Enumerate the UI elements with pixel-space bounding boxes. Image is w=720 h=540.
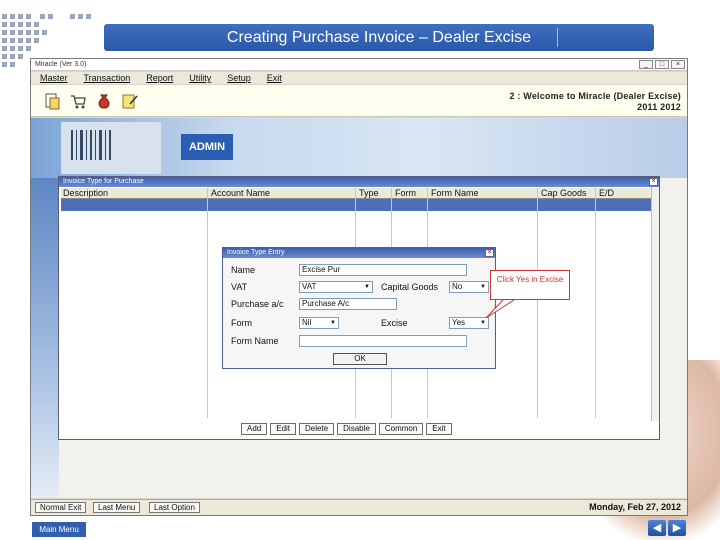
- arrow-right-icon[interactable]: ▶: [668, 520, 686, 536]
- name-label: Name: [231, 265, 256, 275]
- excise-value: Yes: [452, 318, 466, 327]
- delete-button[interactable]: Delete: [299, 423, 335, 435]
- invoice-type-entry-dialog: Invoice Type Entry × Name Excise Pur VAT…: [222, 247, 496, 369]
- invoice-type-window-title: Invoice Type for Purchase: [63, 178, 144, 185]
- money-bag-icon[interactable]: [95, 92, 113, 110]
- column-header-cap-goods[interactable]: Cap Goods: [541, 188, 587, 199]
- vat-value: VAT: [302, 282, 317, 291]
- close-icon[interactable]: ×: [671, 60, 685, 69]
- chevron-down-icon[interactable]: ▼: [363, 283, 371, 291]
- app-titlebar: Miracle (Ver 3.0) _ □ ×: [31, 59, 687, 71]
- chevron-down-icon[interactable]: ▼: [479, 319, 487, 327]
- app-banner: ADMIN: [31, 118, 687, 178]
- column-header-form-name[interactable]: Form Name: [431, 188, 479, 199]
- welcome-line-2: 2011 2012: [637, 102, 681, 112]
- toolbar: 2 : Welcome to Miracle (Dealer Excise) 2…: [31, 85, 687, 117]
- welcome-text: 2 : Welcome to Miracle (Dealer Excise) 2…: [509, 91, 681, 113]
- column-header-e-d[interactable]: E/D: [599, 188, 614, 199]
- menu-master[interactable]: Master: [40, 72, 68, 84]
- main-menu-button[interactable]: Main Menu: [32, 522, 86, 537]
- slide-navigation: ◀ ▶: [648, 520, 686, 536]
- name-field[interactable]: Excise Pur: [299, 264, 467, 276]
- form-value: Nil: [302, 318, 312, 327]
- close-icon[interactable]: ×: [649, 178, 658, 186]
- capital-goods-value: No: [452, 282, 463, 291]
- edit-button[interactable]: Edit: [270, 423, 297, 435]
- form-name-label: Form Name: [231, 336, 279, 346]
- last-option-button[interactable]: Last Option: [149, 502, 200, 513]
- last-menu-button[interactable]: Last Menu: [93, 502, 141, 513]
- capital-goods-select[interactable]: No ▼: [449, 281, 489, 293]
- grid-button-bar: Add Edit Delete Disable Common Exit: [241, 423, 452, 435]
- exit-button[interactable]: Exit: [426, 423, 452, 435]
- document-icon[interactable]: [43, 92, 61, 110]
- column-divider: [537, 188, 538, 418]
- status-date: Monday, Feb 27, 2012: [589, 502, 681, 512]
- column-header-type[interactable]: Type: [359, 188, 379, 199]
- barcode-art-icon: [61, 122, 161, 174]
- common-button[interactable]: Common: [378, 423, 424, 435]
- form-name-field[interactable]: [299, 335, 467, 347]
- close-icon[interactable]: ×: [485, 249, 494, 257]
- capital-goods-label: Capital Goods: [381, 282, 439, 292]
- cart-icon[interactable]: [69, 92, 87, 110]
- edit-note-icon[interactable]: [121, 92, 139, 110]
- menu-setup[interactable]: Setup: [227, 72, 251, 84]
- minimize-icon[interactable]: _: [639, 60, 653, 69]
- column-header-description[interactable]: Description: [63, 188, 108, 199]
- slide-title: Creating Purchase Invoice – Dealer Excis…: [226, 28, 532, 46]
- grid-header: Description Account Name Type Form Form …: [61, 188, 653, 199]
- chevron-down-icon[interactable]: ▼: [329, 319, 337, 327]
- column-divider: [207, 188, 208, 418]
- ok-button[interactable]: OK: [333, 353, 387, 365]
- form-select[interactable]: Nil ▼: [299, 317, 339, 329]
- excise-select[interactable]: Yes ▼: [449, 317, 489, 329]
- menu-bar: Master Transaction Report Utility Setup …: [31, 72, 687, 84]
- menu-transaction[interactable]: Transaction: [84, 72, 131, 84]
- maximize-icon[interactable]: □: [655, 60, 669, 69]
- chevron-down-icon[interactable]: ▼: [479, 283, 487, 291]
- status-bar: Normal Exit Last Menu Last Option Monday…: [31, 499, 687, 515]
- app-window-title: Miracle (Ver 3.0): [35, 61, 87, 68]
- admin-badge: ADMIN: [181, 134, 233, 160]
- column-header-form[interactable]: Form: [395, 188, 416, 199]
- vat-label: VAT: [231, 282, 248, 292]
- purchase-ac-field[interactable]: Purchase A/c: [299, 298, 397, 310]
- normal-exit-button[interactable]: Normal Exit: [35, 502, 87, 513]
- menu-report[interactable]: Report: [146, 72, 173, 84]
- title-separator: [557, 28, 558, 47]
- table-row[interactable]: [61, 199, 653, 211]
- disable-button[interactable]: Disable: [337, 423, 376, 435]
- purchase-ac-label: Purchase a/c: [231, 299, 284, 309]
- add-button[interactable]: Add: [241, 423, 268, 435]
- excise-label: Excise: [381, 318, 408, 328]
- welcome-line-1: 2 : Welcome to Miracle (Dealer Excise): [509, 91, 681, 101]
- side-decoration: [31, 178, 59, 498]
- entry-dialog-title: Invoice Type Entry: [227, 249, 285, 256]
- column-divider: [595, 188, 596, 418]
- arrow-left-icon[interactable]: ◀: [648, 520, 666, 536]
- callout-box: Click Yes in Excise: [490, 270, 570, 300]
- form-label: Form: [231, 318, 252, 328]
- vat-select[interactable]: VAT ▼: [299, 281, 373, 293]
- menu-exit[interactable]: Exit: [267, 72, 282, 84]
- menu-utility[interactable]: Utility: [189, 72, 211, 84]
- invoice-type-window-titlebar: Invoice Type for Purchase ×: [59, 177, 659, 187]
- vertical-scrollbar[interactable]: [651, 187, 659, 421]
- entry-dialog-titlebar: Invoice Type Entry ×: [223, 248, 495, 258]
- slide-title-banner: Creating Purchase Invoice – Dealer Excis…: [104, 24, 654, 51]
- column-header-account-name[interactable]: Account Name: [211, 188, 270, 199]
